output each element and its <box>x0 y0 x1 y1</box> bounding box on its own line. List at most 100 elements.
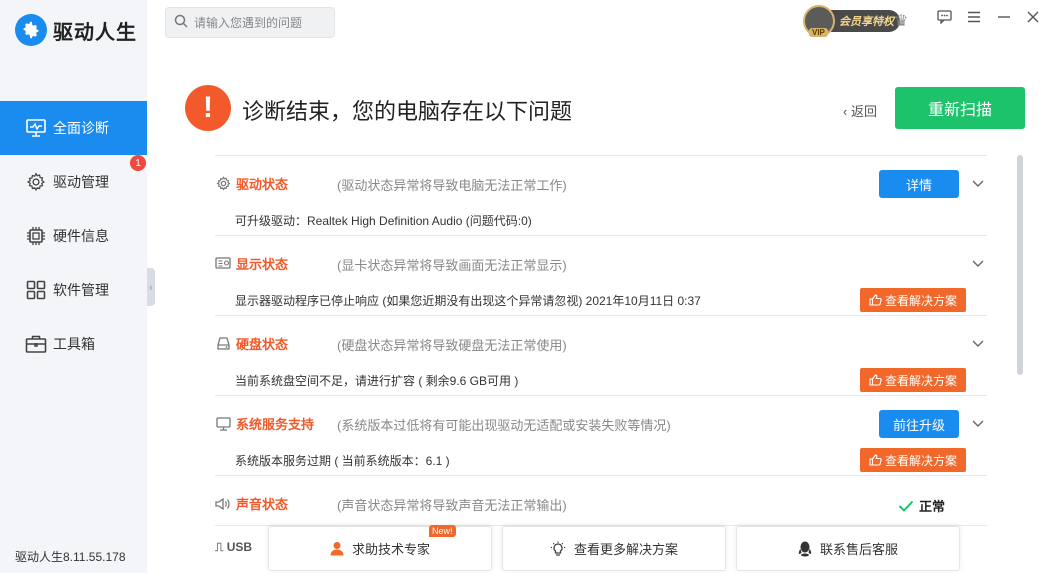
search-box[interactable] <box>165 7 335 38</box>
view-solution-button[interactable]: 查看解决方案 <box>860 368 966 392</box>
thumbs-up-icon <box>869 374 882 386</box>
vip-tag: VIP <box>809 28 828 37</box>
solution-label: 查看解决方案 <box>884 373 957 388</box>
sidebar-item-label: 驱动管理 <box>53 174 109 190</box>
notification-badge: 1 <box>130 155 146 171</box>
item-name: 硬盘状态 <box>236 337 289 352</box>
app-logo: 驱动人生 <box>15 14 137 46</box>
checkmark-icon <box>898 500 914 512</box>
person-icon <box>330 541 344 556</box>
help-expert-button[interactable]: 求助技术专家 New! <box>268 525 492 571</box>
chat-icon <box>936 9 952 27</box>
disk-icon <box>215 336 231 352</box>
avatar[interactable]: VIP <box>803 5 835 37</box>
back-label: 返回 <box>850 104 877 119</box>
view-solution-button[interactable]: 查看解决方案 <box>860 448 966 472</box>
thumbs-up-icon <box>869 294 882 306</box>
item-detail: 当前系统盘空间不足，请进行扩容 ( 剩余9.6 GB可用 ) <box>235 374 519 388</box>
solution-label: 查看解决方案 <box>884 453 957 468</box>
thumbs-up-icon <box>869 454 882 466</box>
diagnostic-item-system-service: 系统服务支持 (系统版本过低将有可能出现驱动无适配或安装失败等情况) 前往升级 … <box>215 395 987 475</box>
gear-icon <box>25 171 47 193</box>
grid-icon <box>25 279 47 301</box>
diagnostic-item-driver: 驱动状态 (驱动状态异常将导致电脑无法正常工作) 详情 可升级驱动：Realte… <box>215 155 987 235</box>
sidebar-item-software[interactable]: 软件管理 <box>0 263 147 317</box>
chevron-down-icon[interactable] <box>971 337 985 351</box>
view-solution-button[interactable]: 查看解决方案 <box>860 288 966 312</box>
feedback-button[interactable] <box>935 9 953 27</box>
item-description: (驱动状态异常将导致电脑无法正常工作) <box>337 178 567 193</box>
vip-label: 会员享特权 <box>831 10 900 32</box>
gear-icon <box>215 176 231 192</box>
menu-button[interactable] <box>965 10 983 26</box>
close-button[interactable] <box>1024 10 1042 26</box>
item-description: (声音状态异常将导致声音无法正常输出) <box>337 498 567 513</box>
item-name: USB <box>226 540 253 554</box>
item-name: 系统服务支持 <box>236 417 315 432</box>
diagnostic-item-sound: 声音状态 (声音状态异常将导致声音无法正常输出) 正常 <box>215 475 987 525</box>
chevron-down-icon[interactable] <box>971 177 985 191</box>
status-label: 正常 <box>919 499 946 514</box>
new-badge: New! <box>429 525 456 537</box>
crown-icon: ♛ <box>894 13 909 30</box>
sidebar: 驱动人生 全面诊断 驱动管理 1 硬件信息 软件管理 工具箱 驱动人生8.11.… <box>0 0 147 573</box>
vip-banner[interactable]: VIP 会员享特权 ♛ <box>803 5 908 37</box>
diagnostic-list: 驱动状态 (驱动状态异常将导致电脑无法正常工作) 详情 可升级驱动：Realte… <box>215 155 987 526</box>
sidebar-collapse-handle[interactable]: ‹ <box>147 268 155 306</box>
chevron-left-icon: ‹ <box>149 282 153 292</box>
more-solutions-label: 查看更多解决方案 <box>573 542 678 557</box>
sidebar-item-label: 工具箱 <box>53 336 95 352</box>
sidebar-nav: 全面诊断 驱动管理 1 硬件信息 软件管理 工具箱 <box>0 101 147 371</box>
item-detail: 显示器驱动程序已停止响应 (如果您近期没有出现这个异常请忽视) 2021年10月… <box>235 294 701 308</box>
scrollbar[interactable] <box>1017 155 1023 375</box>
toolbox-icon <box>25 333 47 355</box>
minimize-button[interactable] <box>995 10 1013 26</box>
search-input[interactable] <box>194 15 324 30</box>
chip-icon <box>25 225 47 247</box>
item-detail: 可升级驱动：Realtek High Definition Audio (问题代… <box>235 214 532 228</box>
sidebar-item-hardware[interactable]: 硬件信息 <box>0 209 147 263</box>
item-name: 显示状态 <box>236 257 289 272</box>
page-title: 诊断结束，您的电脑存在以下问题 <box>242 99 573 124</box>
item-name: 声音状态 <box>236 497 289 512</box>
hamburger-icon <box>967 11 981 26</box>
contact-support-button[interactable]: 联系售后客服 <box>736 526 960 571</box>
sidebar-item-driver[interactable]: 驱动管理 1 <box>0 155 147 209</box>
app-name: 驱动人生 <box>53 21 137 44</box>
sidebar-item-label: 软件管理 <box>53 282 109 298</box>
diagnostic-item-disk: 硬盘状态 (硬盘状态异常将导致硬盘无法正常使用) 当前系统盘空间不足，请进行扩容… <box>215 315 987 395</box>
item-detail: 系统版本服务过期 ( 当前系统版本：6.1 ) <box>235 454 450 468</box>
minimize-icon <box>997 11 1011 26</box>
display-card-icon <box>215 256 231 272</box>
chevron-down-icon[interactable] <box>971 417 985 431</box>
upgrade-button[interactable]: 前往升级 <box>879 410 959 438</box>
item-name: 驱动状态 <box>236 177 289 192</box>
chevron-left-icon: ‹ <box>843 104 848 119</box>
app-version: 驱动人生8.11.55.178 <box>15 550 126 564</box>
monitor-icon <box>215 416 231 432</box>
lightbulb-icon <box>550 541 566 557</box>
alert-icon: ! <box>185 85 231 131</box>
more-solutions-button[interactable]: 查看更多解决方案 <box>502 526 726 571</box>
chevron-down-icon[interactable] <box>971 257 985 271</box>
status-badge: 正常 <box>898 496 945 515</box>
item-description: (系统版本过低将有可能出现驱动无适配或安装失败等情况) <box>337 418 671 433</box>
sidebar-item-toolbox[interactable]: 工具箱 <box>0 317 147 371</box>
solution-label: 查看解决方案 <box>884 293 957 308</box>
bottom-action-bar: 求助技术专家 New! 查看更多解决方案 联系售后客服 <box>268 525 960 571</box>
usb-icon: ⎍ <box>215 540 224 554</box>
sidebar-item-label: 硬件信息 <box>53 228 109 244</box>
contact-support-label: 联系售后客服 <box>819 542 898 557</box>
partial-item-usb: ⎍ USB <box>215 540 252 555</box>
help-expert-label: 求助技术专家 <box>351 542 430 557</box>
diagnostic-item-display: 显示状态 (显卡状态异常将导致画面无法正常显示) 显示器驱动程序已停止响应 (如… <box>215 235 987 315</box>
details-button[interactable]: 详情 <box>879 170 959 198</box>
sidebar-item-label: 全面诊断 <box>53 120 109 136</box>
item-description: (显卡状态异常将导致画面无法正常显示) <box>337 258 567 273</box>
back-link[interactable]: ‹ 返回 <box>843 101 877 120</box>
sidebar-item-diagnosis[interactable]: 全面诊断 <box>0 101 147 155</box>
rescan-button[interactable]: 重新扫描 <box>895 87 1025 129</box>
gear-logo-icon <box>15 14 47 46</box>
qq-penguin-icon <box>798 541 812 557</box>
close-icon <box>1027 11 1039 26</box>
